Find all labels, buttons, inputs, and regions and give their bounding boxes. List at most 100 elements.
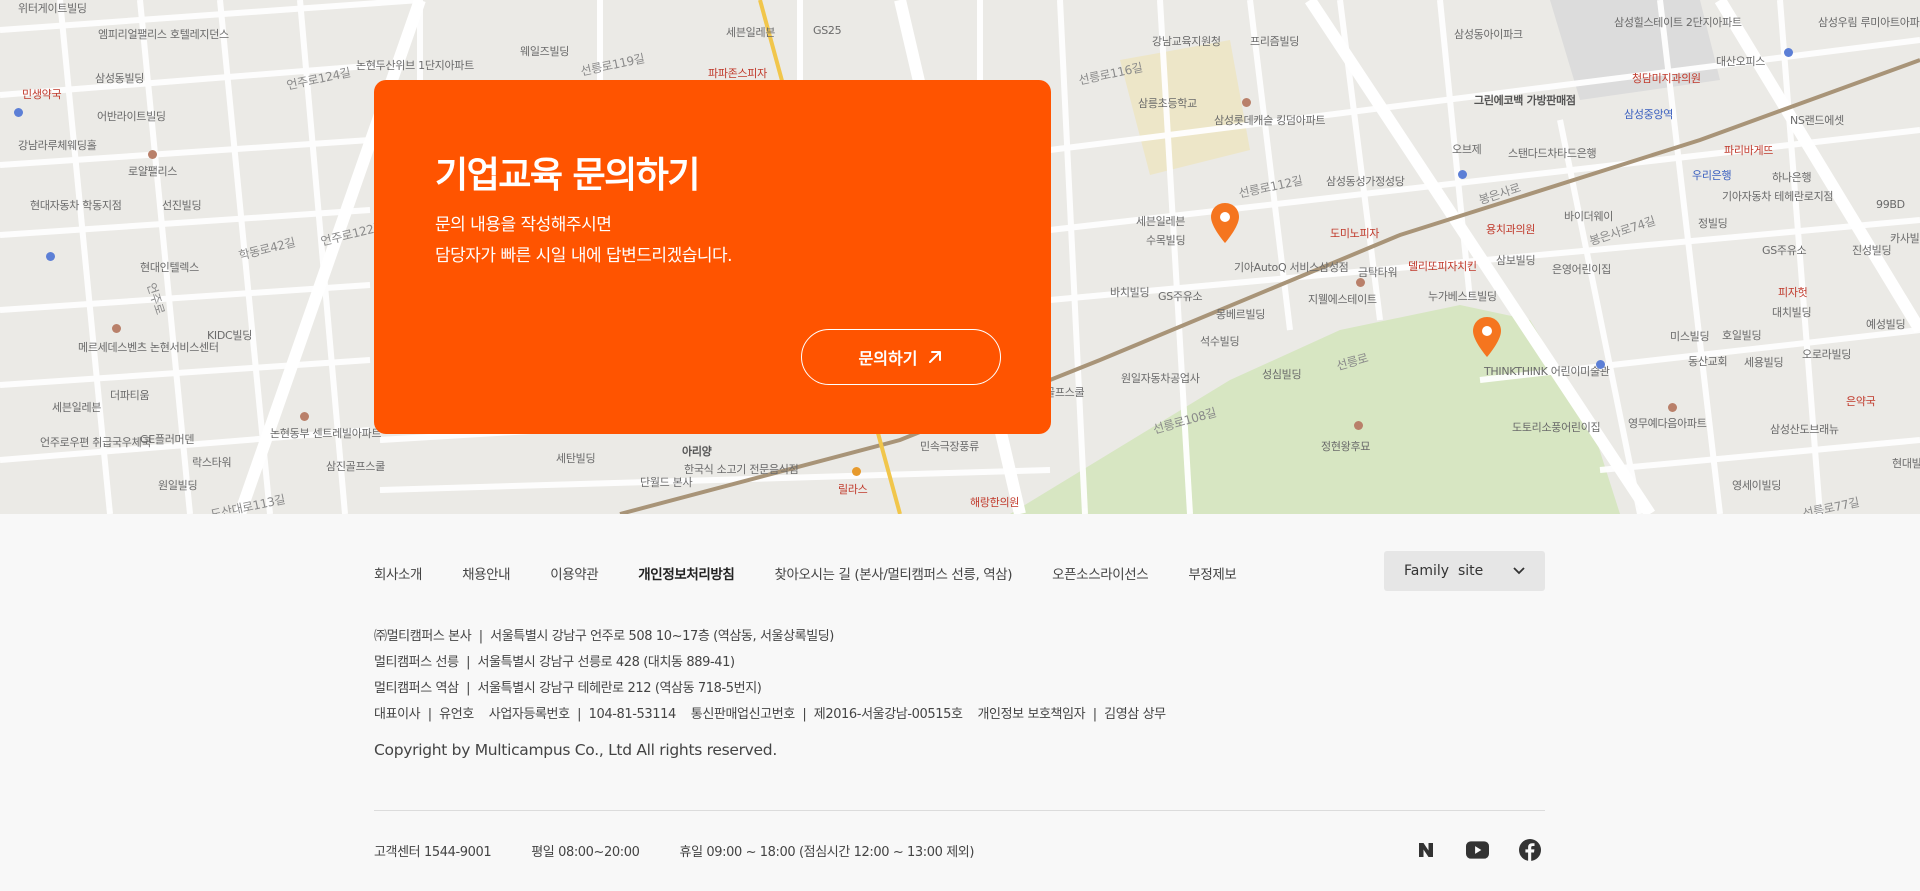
inquiry-button[interactable]: 문의하기 <box>801 329 1001 385</box>
map-label: 해랑한의원 <box>970 496 1020 509</box>
poi-marker <box>1242 98 1251 107</box>
map-label: 민생약국 <box>22 88 62 101</box>
map-label: 지웰에스테이트 <box>1308 293 1377 306</box>
card-description: 문의 내용을 작성해주시면 담당자가 빠른 시일 내에 답변드리겠습니다. <box>435 210 733 272</box>
map-label: 프리즘빌딩 <box>1250 35 1300 48</box>
footer-link-terms[interactable]: 이용약관 <box>550 563 598 583</box>
naver-blog-icon[interactable] <box>1414 838 1437 861</box>
map-label: 예성빌딩 <box>1866 318 1906 331</box>
footer-link-careers[interactable]: 채용안내 <box>462 563 510 583</box>
copyright: Copyright by Multicampus Co., Ltd All ri… <box>374 741 777 759</box>
map-label: 호일빌딩 <box>1722 329 1762 342</box>
poi-marker <box>1354 421 1363 430</box>
map-label: 웨일즈빌딩 <box>520 45 570 58</box>
map-label: 파리바게뜨 <box>1724 144 1774 157</box>
map-label: 대치빌딩 <box>1772 306 1812 319</box>
map-label: 파파존스피자 <box>708 67 767 80</box>
poi-marker <box>148 150 157 159</box>
map-label: 논현동부 센트레빌아파트 <box>270 427 382 440</box>
youtube-icon[interactable] <box>1466 838 1489 861</box>
poi-marker <box>1458 170 1467 179</box>
family-site-select[interactable]: Family site <box>1384 551 1545 591</box>
footer-link-opensource[interactable]: 오픈소스라이선스 <box>1052 563 1149 583</box>
map-label: 현대인텔렉스 <box>140 261 199 274</box>
map-label: 몽베르빌딩 <box>1216 308 1266 321</box>
map-label: NS랜드에셋 <box>1790 114 1844 127</box>
map-label: 삼성동성가정성당 <box>1326 175 1405 188</box>
map-label: 릴라스 <box>838 483 868 496</box>
location-pin-icon[interactable] <box>1472 316 1502 358</box>
location-pin-icon[interactable] <box>1210 202 1240 244</box>
cs-weekday-hours: 평일 08:00~20:00 <box>531 845 640 860</box>
map-label: 세븐일레븐 <box>1136 215 1186 228</box>
inquiry-button-label: 문의하기 <box>858 349 918 368</box>
map-label: 용치과의원 <box>1486 223 1536 236</box>
map-label: 현대자동차 학동지점 <box>30 199 122 212</box>
map-label: 미스빌딩 <box>1670 330 1710 343</box>
map-label: 우리은행 <box>1692 169 1732 182</box>
map-label: 민속극장풍류 <box>920 440 979 453</box>
map-label: 삼진골프스쿨 <box>326 460 385 473</box>
footer-link-company[interactable]: 회사소개 <box>374 563 422 583</box>
map-label: 삼성우림 루미아트아파트 <box>1818 16 1920 29</box>
map-label: 세탄빌딩 <box>556 452 596 465</box>
map-label: 메르세데스벤츠 논현서비스센터 <box>78 341 219 354</box>
map-label: 삼릉초등학교 <box>1138 97 1197 110</box>
family-site-label: Family site <box>1404 563 1484 579</box>
card-desc-line: 담당자가 빠른 시일 내에 답변드리겠습니다. <box>435 246 733 266</box>
map-label: 피자헛 <box>1778 286 1808 299</box>
chevron-down-icon <box>1513 567 1525 575</box>
map-label: 세용빌딩 <box>1744 356 1784 369</box>
map-label: 성심빌딩 <box>1262 368 1302 381</box>
map-label: 은영어린이집 <box>1552 263 1611 276</box>
map-label: 기아자동차 테헤란로지점 <box>1722 190 1834 203</box>
map-label: 영세이빌딩 <box>1732 479 1782 492</box>
map-label: 삼성힐스테이트 2단지아파트 <box>1614 16 1742 29</box>
poi-marker <box>1356 278 1365 287</box>
arrow-up-right-icon <box>929 351 942 363</box>
map-label: 강남라루체웨딩홀 <box>18 139 97 152</box>
poi-marker <box>46 252 55 261</box>
map-label: 엠피리얼팰리스 호텔레지던스 <box>98 28 229 41</box>
map-label: 어반라이트빌딩 <box>97 110 166 123</box>
footer-nav: 회사소개 채용안내 이용약관 개인정보처리방침 찾아오시는 길 (본사/멀티캠퍼… <box>374 563 1276 583</box>
poi-marker <box>1784 48 1793 57</box>
map-label: 그린에코백 가방판매점 <box>1474 94 1576 107</box>
card-title: 기업교육 문의하기 <box>435 155 701 196</box>
map-label: 대산오피스 <box>1716 55 1766 68</box>
map-label: 은약국 <box>1846 395 1876 408</box>
map-label: 스탠다드차타드은행 <box>1508 147 1597 160</box>
map-label: 오로라빌딩 <box>1802 348 1852 361</box>
sns-links <box>1414 838 1541 861</box>
map-label: 도미노피자 <box>1330 227 1380 240</box>
map-label: 바치빌딩 <box>1110 286 1150 299</box>
company-info: ㈜멀티캠퍼스 본사 | 서울특별시 강남구 언주로 508 10~17층 (역삼… <box>374 624 1166 728</box>
map-label: 로얄팰리스 <box>128 165 178 178</box>
map-label: 락스타워 <box>192 456 232 469</box>
poi-marker <box>112 324 121 333</box>
map-label: 하나은행 <box>1772 171 1812 184</box>
footer-divider <box>374 810 1545 811</box>
poi-marker <box>1596 360 1605 369</box>
map-label: 선진빌딩 <box>162 199 202 212</box>
footer-link-directions[interactable]: 찾아오시는 길 (본사/멀티캠퍼스 선릉, 역삼) <box>774 563 1012 583</box>
poi-marker <box>300 412 309 421</box>
map-label: 한국식 소고기 전문음식점 <box>684 463 799 476</box>
map-label: 삼성롯데캐슬 킹덤아파트 <box>1214 114 1326 127</box>
map-label: 정빌딩 <box>1698 217 1728 230</box>
map-label: 영무예다음아파트 <box>1628 417 1707 430</box>
map-label: 원일자동차공업사 <box>1121 372 1200 385</box>
map-label: 세븐일레븐 <box>52 401 102 414</box>
map-label: 위터게이트빌딩 <box>18 2 87 15</box>
map-label: 삼보빌딩 <box>1496 254 1536 267</box>
facebook-icon[interactable] <box>1518 838 1541 861</box>
info-line: 멀티캠퍼스 선릉 | 서울특별시 강남구 선릉로 428 (대치동 889-41… <box>374 655 735 670</box>
map-label: 진성빌딩 <box>1852 244 1892 257</box>
map-label: GS주유소 <box>1762 244 1807 257</box>
info-line: ㈜멀티캠퍼스 본사 | 서울특별시 강남구 언주로 508 10~17층 (역삼… <box>374 629 834 644</box>
map-label: 석수빌딩 <box>1200 335 1240 348</box>
footer-link-privacy[interactable]: 개인정보처리방침 <box>638 563 735 583</box>
map-label: 누가베스트빌딩 <box>1428 290 1497 303</box>
footer-link-report[interactable]: 부정제보 <box>1188 563 1236 583</box>
map-label: 99BD <box>1876 198 1905 211</box>
